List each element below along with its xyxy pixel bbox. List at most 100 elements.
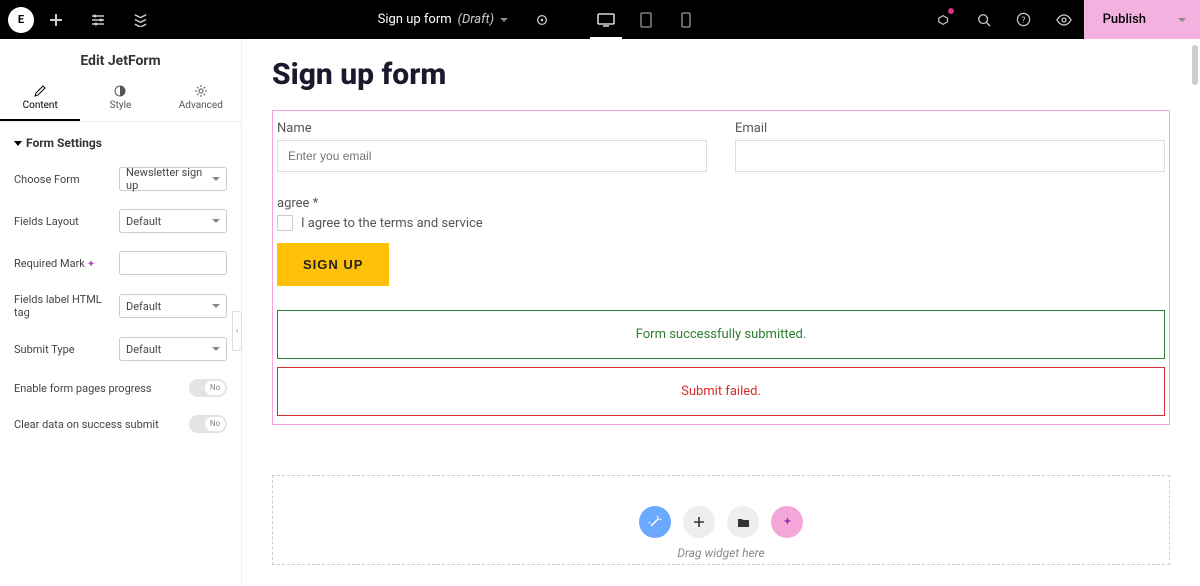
chevron-down-icon [212, 304, 220, 308]
agree-checkbox[interactable] [277, 215, 293, 231]
choose-form-label: Choose Form [14, 173, 119, 186]
responsive-devices [586, 0, 706, 39]
control-fields-layout: Fields Layout Default [14, 200, 227, 242]
help-icon[interactable]: ? [1004, 0, 1044, 39]
publish-button[interactable]: Publish [1084, 0, 1164, 39]
chevron-down-icon [212, 219, 220, 223]
name-label: Name [277, 121, 707, 136]
enable-progress-toggle[interactable]: No [189, 379, 227, 397]
tab-advanced[interactable]: Advanced [161, 79, 241, 121]
caret-down-icon [14, 141, 22, 146]
control-choose-form: Choose Form Newsletter sign up [14, 158, 227, 200]
gear-icon [195, 85, 207, 97]
template-library-button[interactable] [727, 506, 759, 538]
email-input[interactable] [735, 140, 1165, 172]
ai-sparkle-button[interactable] [771, 506, 803, 538]
control-required-mark: Required Mark✦ [14, 242, 227, 284]
plus-icon [693, 516, 705, 528]
folder-icon [737, 517, 750, 528]
success-message: Form successfully submitted. [277, 310, 1165, 359]
fields-layout-select[interactable]: Default [119, 209, 227, 233]
device-desktop[interactable] [586, 0, 626, 39]
required-mark-input[interactable] [119, 251, 227, 275]
tab-content-label: Content [23, 100, 58, 111]
document-status: (Draft) [458, 12, 494, 27]
page-heading: Sign up form [272, 57, 1170, 92]
control-submit-type: Submit Type Default [14, 328, 227, 370]
settings-sliders-icon[interactable] [78, 0, 118, 39]
wand-icon [648, 515, 662, 529]
chevron-down-icon [212, 177, 220, 181]
add-widget-icon[interactable] [36, 0, 76, 39]
publish-options[interactable] [1164, 0, 1200, 39]
dropzone-hint: Drag widget here [677, 546, 764, 560]
error-message: Submit failed. [277, 367, 1165, 416]
section-title-label: Form Settings [26, 136, 102, 150]
workspace: Edit JetForm Content Style Advanced Form… [0, 39, 1200, 586]
required-mark-label: Required Mark✦ [14, 257, 119, 270]
control-fields-label-tag: Fields label HTML tag Default [14, 284, 227, 328]
pencil-icon [34, 85, 46, 97]
ai-generate-button[interactable] [639, 506, 671, 538]
device-tablet[interactable] [626, 0, 666, 39]
control-enable-progress: Enable form pages progress No [14, 370, 227, 406]
scrollbar-thumb[interactable] [1192, 45, 1198, 85]
preview-icon[interactable] [1044, 0, 1084, 39]
logo-glyph: E [18, 13, 24, 26]
fields-layout-label: Fields Layout [14, 215, 119, 228]
page-settings-icon[interactable] [522, 0, 562, 39]
fields-label-tag-label: Fields label HTML tag [14, 293, 119, 319]
sidebar-header: Edit JetForm [0, 39, 241, 79]
jetform-widget[interactable]: Name Email agree * I agree to the terms [272, 110, 1170, 425]
canvas: Sign up form Name Email agr [242, 39, 1200, 585]
topbar-left: E [0, 0, 160, 39]
canvas-area[interactable]: Sign up form Name Email agr [242, 39, 1200, 586]
device-mobile[interactable] [666, 0, 706, 39]
signup-label: SIGN UP [303, 257, 363, 272]
tab-advanced-label: Advanced [179, 100, 223, 111]
svg-text:?: ? [1022, 15, 1026, 25]
tab-content[interactable]: Content [0, 79, 80, 121]
dropzone-actions [639, 506, 803, 538]
toggle-knob: No [205, 381, 225, 395]
agree-check-row: I agree to the terms and service [277, 215, 1165, 231]
whats-new-icon[interactable] [924, 0, 964, 39]
field-name: Name [277, 121, 707, 172]
elementor-logo[interactable]: E [8, 7, 34, 33]
add-section-button[interactable] [683, 506, 715, 538]
chevron-down-icon [1178, 18, 1186, 22]
toggle-knob: No [205, 417, 225, 431]
agree-label: agree * [277, 196, 318, 211]
publish-label: Publish [1103, 12, 1146, 27]
tab-style-label: Style [110, 100, 132, 111]
tab-style[interactable]: Style [80, 79, 160, 121]
submit-type-value: Default [126, 343, 161, 356]
agree-text: I agree to the terms and service [301, 216, 483, 231]
submit-type-select[interactable]: Default [119, 337, 227, 361]
name-input[interactable] [277, 140, 707, 172]
sidebar: Edit JetForm Content Style Advanced Form… [0, 39, 242, 586]
fields-label-tag-select[interactable]: Default [119, 294, 227, 318]
enable-progress-label: Enable form pages progress [14, 382, 189, 395]
signup-button[interactable]: SIGN UP [277, 243, 389, 286]
structure-icon[interactable] [120, 0, 160, 39]
choose-form-select[interactable]: Newsletter sign up [119, 167, 227, 191]
notification-dot [948, 8, 954, 14]
fields-label-tag-value: Default [126, 300, 161, 313]
choose-form-value: Newsletter sign up [126, 166, 212, 192]
section-form-settings[interactable]: Form Settings [0, 122, 241, 158]
document-title[interactable]: Sign up form (Draft) [378, 12, 508, 27]
clear-data-label: Clear data on success submit [14, 418, 189, 431]
finder-search-icon[interactable] [964, 0, 1004, 39]
empty-section-dropzone[interactable]: Drag widget here [272, 475, 1170, 565]
clear-data-toggle[interactable]: No [189, 415, 227, 433]
form-inner: Name Email agree * I agree to the terms [273, 111, 1169, 416]
control-clear-data: Clear data on success submit No [14, 406, 227, 442]
field-email: Email [735, 121, 1165, 172]
submit-type-label: Submit Type [14, 343, 119, 356]
ai-wand-icon[interactable]: ✦ [87, 259, 95, 270]
chevron-down-icon [212, 347, 220, 351]
agree-field: agree * I agree to the terms and service [273, 172, 1169, 237]
fields-layout-value: Default [126, 215, 161, 228]
sidebar-collapse-handle[interactable]: ‹ [232, 311, 242, 351]
